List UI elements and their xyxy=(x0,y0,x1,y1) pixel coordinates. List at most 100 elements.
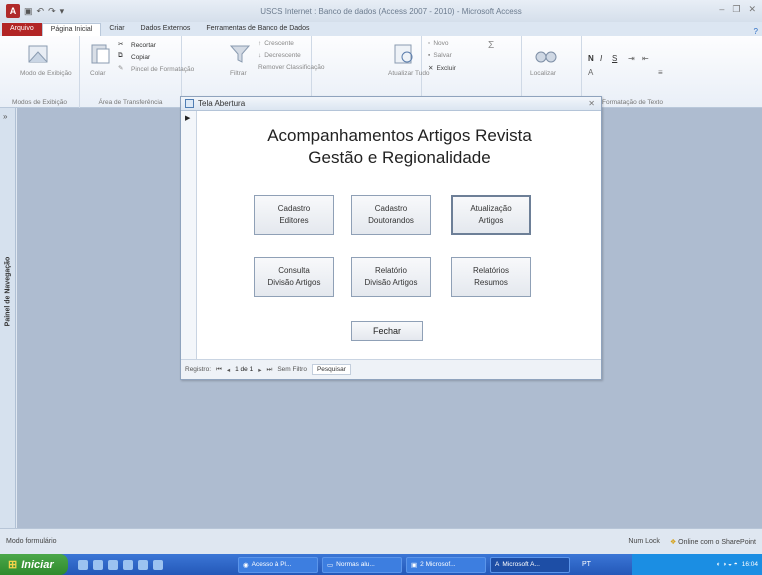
save-record-button[interactable]: ▪ Salvar xyxy=(428,52,452,59)
quick-launch-icon-6[interactable] xyxy=(153,559,163,570)
sort-ascending-label: Crescente xyxy=(264,40,294,47)
start-button[interactable]: ⊞ Iniciar xyxy=(0,554,68,575)
start-label: Iniciar xyxy=(21,558,54,571)
filter-icon xyxy=(229,45,251,63)
customize-qat-icon[interactable]: ▾ xyxy=(60,6,65,17)
system-tray: ◐ ◑ ◒ ◓ 16:04 xyxy=(632,554,762,575)
paste-button[interactable]: Colar xyxy=(90,70,106,77)
sort-descending-button[interactable]: ↓ Decrescente xyxy=(258,52,301,59)
window-controls: – ❐ ✕ xyxy=(719,4,756,15)
minimize-icon[interactable]: – xyxy=(719,4,724,15)
record-selector[interactable]: ▶ xyxy=(181,111,197,361)
new-record-icon: ▫ xyxy=(428,40,431,47)
copy-label: Copiar xyxy=(131,53,151,61)
new-record-label: Novo xyxy=(433,40,449,47)
indent-icon[interactable]: ⇥ xyxy=(628,54,635,63)
browser-icon: ◉ xyxy=(243,561,249,569)
outdent-icon[interactable]: ⇤ xyxy=(642,54,649,63)
tab-external-data[interactable]: Dados Externos xyxy=(133,23,199,36)
sort-descending-label: Decrescente xyxy=(264,52,301,59)
restore-icon[interactable]: ❐ xyxy=(732,4,740,15)
underline-icon[interactable]: S xyxy=(612,54,617,63)
folder-icon: ▭ xyxy=(327,561,334,569)
access-icon: A xyxy=(495,561,500,568)
find-button[interactable]: Localizar xyxy=(530,70,556,77)
task-label-1: Acesso à Pl... xyxy=(251,561,292,568)
filter-status[interactable]: Sem Filtro xyxy=(277,366,307,373)
relatorio-divisao-artigos-button[interactable]: Relatório Divisão Artigos xyxy=(351,257,431,297)
taskbar-item-access[interactable]: A Microsoft A... xyxy=(490,556,570,573)
sharepoint-icon: ❖ xyxy=(669,538,677,546)
fechar-button[interactable]: Fechar xyxy=(351,321,423,341)
tray-icons[interactable]: ◐ ◑ ◒ ◓ xyxy=(717,561,738,568)
quick-launch-icon-5[interactable] xyxy=(138,559,148,570)
bold-icon[interactable]: N xyxy=(588,54,594,63)
quick-launch-icon-2[interactable] xyxy=(93,559,103,570)
tab-create[interactable]: Criar xyxy=(101,23,132,36)
last-record-icon[interactable]: ⏭ xyxy=(266,366,272,374)
redo-icon[interactable]: ↷ xyxy=(48,6,56,17)
quick-launch-icon-4[interactable] xyxy=(123,559,133,570)
filter-button[interactable]: Filtrar xyxy=(230,70,247,77)
binoculars-icon xyxy=(535,51,557,63)
first-record-icon[interactable]: ⏮ xyxy=(216,366,222,374)
cut-button[interactable]: ✂ Recortar xyxy=(118,40,156,50)
form-icon xyxy=(185,99,194,108)
sort-ascending-button[interactable]: ↑ Crescente xyxy=(258,40,294,47)
form-title-bar: Tela Abertura ✕ xyxy=(181,97,601,111)
relatorios-resumos-button[interactable]: Relatórios Resumos xyxy=(451,257,531,297)
language-indicator[interactable]: PT xyxy=(582,561,591,568)
record-position[interactable]: 1 de 1 xyxy=(235,366,253,373)
sum-icon[interactable]: Σ xyxy=(488,40,494,51)
status-mode: Modo formulário xyxy=(6,538,57,545)
paste-icon xyxy=(91,44,110,64)
tab-database-tools[interactable]: Ferramentas de Banco de Dados xyxy=(198,23,317,36)
copy-button[interactable]: ⧉ Copiar xyxy=(118,52,150,62)
close-icon[interactable]: ✕ xyxy=(748,4,756,15)
align-icon[interactable]: ≡ xyxy=(658,68,663,77)
status-bar: Modo formulário Num Lock ❖ Online com o … xyxy=(0,528,762,554)
next-record-icon[interactable]: ▸ xyxy=(258,366,261,374)
cadastro-editores-button[interactable]: Cadastro Editores xyxy=(254,195,334,235)
font-color-icon[interactable]: A xyxy=(588,68,593,77)
navigation-pane: » Painel de Navegação xyxy=(0,108,16,528)
taskbar-item-office[interactable]: ▣ 2 Microsof... xyxy=(406,556,486,573)
tab-home[interactable]: Página Inicial xyxy=(41,23,102,36)
form-close-icon[interactable]: ✕ xyxy=(588,99,595,108)
scissors-icon: ✂ xyxy=(118,41,124,48)
access-app-icon[interactable]: A xyxy=(6,4,20,18)
clock[interactable]: 16:04 xyxy=(742,561,758,568)
task-label-2: Normas alu... xyxy=(336,561,375,568)
views-group-label: Modos de Exibição xyxy=(12,99,67,106)
save-record-icon: ▪ xyxy=(428,52,431,59)
undo-icon[interactable]: ↶ xyxy=(37,6,45,17)
record-navigation-bar: Registro: ⏮ ◂ 1 de 1 ▸ ⏭ Sem Filtro Pesq… xyxy=(181,359,601,379)
delete-record-label: Excluir xyxy=(436,64,456,72)
atualizacao-artigos-button[interactable]: Atualização Artigos xyxy=(451,195,531,235)
sort-ascending-icon: ↑ xyxy=(258,40,262,47)
taskbar-item-browser[interactable]: ◉ Acesso à Pl... xyxy=(238,556,318,573)
text-format-group: N I S ⇥ ⇤ A ≡ Formatação de Texto xyxy=(582,36,762,108)
search-input[interactable]: Pesquisar xyxy=(311,364,351,375)
nav-pane-label[interactable]: Painel de Navegação xyxy=(5,252,12,332)
status-right: Num Lock ❖ Online com o SharePoint xyxy=(628,538,756,546)
delete-icon: ✕ xyxy=(428,65,434,72)
save-record-label: Salvar xyxy=(433,52,452,59)
windows-logo-icon: ⊞ xyxy=(8,559,18,571)
tab-file[interactable]: Arquivo xyxy=(2,23,42,36)
sharepoint-status[interactable]: ❖ Online com o SharePoint xyxy=(670,538,756,546)
quick-launch-icon-1[interactable] xyxy=(78,559,88,570)
nav-pane-expand-icon[interactable]: » xyxy=(3,112,7,121)
record-label: Registro: xyxy=(185,366,212,373)
save-icon[interactable]: ▣ xyxy=(24,6,33,17)
prev-record-icon[interactable]: ◂ xyxy=(227,366,230,374)
delete-record-button[interactable]: ✕ Excluir xyxy=(428,64,456,73)
quick-launch-icon-3[interactable] xyxy=(108,559,118,570)
italic-icon[interactable]: I xyxy=(600,54,602,63)
help-icon[interactable]: ? xyxy=(754,27,758,36)
consulta-divisao-artigos-button[interactable]: Consulta Divisão Artigos xyxy=(254,257,334,297)
view-mode-button[interactable]: Modo de Exibição xyxy=(20,70,72,77)
new-record-button[interactable]: ▫ Novo xyxy=(428,40,449,47)
taskbar-item-folder[interactable]: ▭ Normas alu... xyxy=(322,556,402,573)
cadastro-doutorandos-button[interactable]: Cadastro Doutorandos xyxy=(351,195,431,235)
